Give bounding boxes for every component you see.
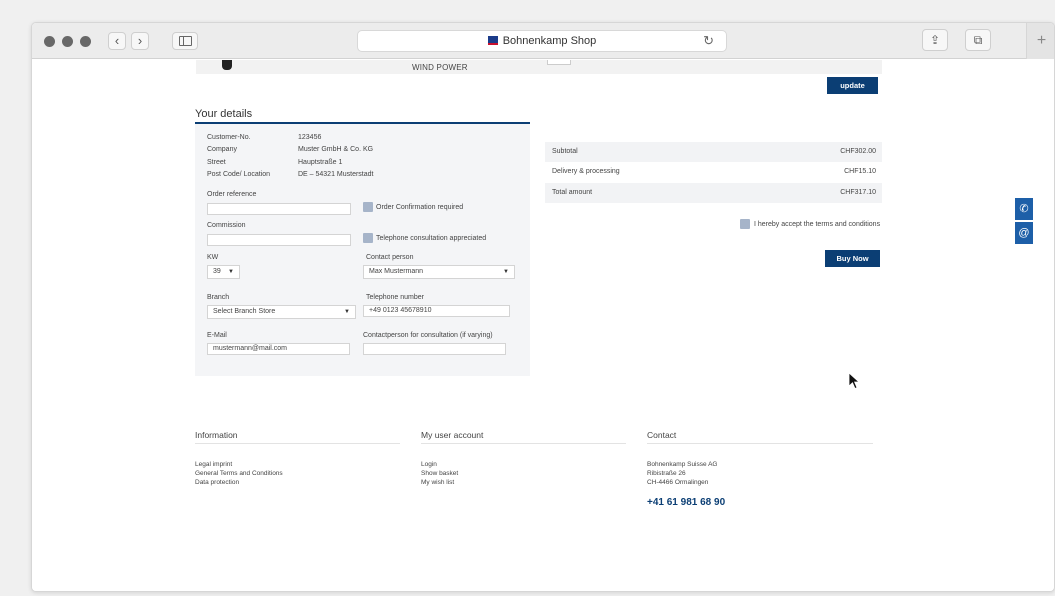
subtotal-row: Subtotal CHF302.00 (545, 142, 882, 162)
kw-label: KW (207, 254, 219, 261)
product-image (222, 60, 232, 70)
reload-icon[interactable]: ↻ (703, 31, 714, 51)
close-window-button[interactable] (44, 36, 55, 47)
cart-row (196, 60, 882, 74)
commission-input[interactable] (207, 234, 351, 246)
plus-icon: + (1036, 32, 1047, 49)
chevron-left-icon: ‹ (114, 33, 120, 48)
delivery-value: CHF15.10 (844, 168, 876, 175)
page-title: Bohnenkamp Shop (502, 35, 597, 47)
update-button[interactable]: update (827, 77, 878, 94)
street-label: Street (207, 159, 226, 166)
sidebar-toggle-button[interactable] (172, 32, 198, 50)
phone-icon: ✆ (1019, 203, 1029, 215)
order-reference-input[interactable] (207, 203, 351, 215)
back-button[interactable]: ‹ (108, 32, 126, 50)
customer-no-value: 123456 (298, 134, 322, 141)
company-value: Muster GmbH & Co. KG (298, 146, 374, 153)
footer-link-terms[interactable]: General Terms and Conditions (195, 469, 400, 478)
zoom-window-button[interactable] (80, 36, 91, 47)
total-label: Total amount (552, 189, 593, 196)
postcode-value: DE – 54321 Musterstadt (298, 171, 374, 178)
footer-link-show-basket[interactable]: Show basket (421, 469, 626, 478)
footer-contact: Contact Bohnenkamp Suisse AG Ribistraße … (647, 430, 873, 508)
customer-no-label: Customer-No. (207, 134, 251, 141)
chevron-down-icon: ▼ (344, 309, 350, 315)
footer-link-login[interactable]: Login (421, 460, 626, 469)
tabs-icon: ⧉ (973, 33, 983, 47)
details-heading: Your details (195, 108, 253, 120)
contact-street: Ribistraße 26 (647, 470, 686, 477)
contact-person-label: Contact person (366, 254, 414, 261)
details-panel: Customer-No. 123456 Company Muster GmbH … (195, 122, 530, 376)
company-label: Company (207, 146, 237, 153)
browser-window: ‹ › Bohnenkamp Shop ↻ ⇪ ⧉ + WIND POWER u… (31, 22, 1055, 592)
telephone-label: Telephone number (366, 294, 424, 301)
branch-value: Select Branch Store (213, 308, 276, 315)
address-bar[interactable]: Bohnenkamp Shop ↻ (357, 30, 727, 52)
postcode-label: Post Code/ Location (207, 171, 271, 178)
contact-company: Bohnenkamp Suisse AG (647, 461, 718, 468)
branch-label: Branch (207, 294, 230, 301)
forward-button[interactable]: › (131, 32, 149, 50)
contact-varying-label: Contactperson for consultation (if varyi… (363, 332, 493, 339)
page-content: WIND POWER update Your details Customer-… (32, 60, 1054, 591)
contact-phone[interactable]: +41 61 981 68 90 (647, 497, 873, 508)
buy-now-button[interactable]: Buy Now (825, 250, 880, 267)
footer-account: My user account Login Show basket My wis… (421, 430, 626, 487)
subtotal-label: Subtotal (552, 148, 578, 155)
terms-label: I hereby accept the terms and conditions (754, 221, 881, 228)
sidebar-icon (179, 36, 192, 46)
street-value: Hauptstraße 1 (298, 159, 343, 166)
footer-account-title: My user account (421, 430, 626, 444)
contact-city: CH-4466 Ormalingen (647, 479, 709, 486)
terms-checkbox[interactable] (740, 219, 750, 229)
email-input[interactable]: mustermann@mail.com (207, 343, 350, 355)
new-tab-button[interactable]: + (1026, 23, 1054, 59)
kw-value: 39 (213, 268, 221, 275)
contact-person-value: Max Mustermann (369, 268, 424, 275)
show-tabs-button[interactable]: ⧉ (965, 29, 991, 51)
order-confirmation-checkbox[interactable] (363, 202, 373, 212)
share-button[interactable]: ⇪ (922, 29, 948, 51)
total-value: CHF317.10 (840, 189, 876, 196)
footer-information: Information Legal imprint General Terms … (195, 430, 400, 487)
footer-link-wish-list[interactable]: My wish list (421, 478, 626, 487)
telephone-consultation-label: Telephone consultation appreciated (376, 235, 487, 242)
site-favicon-icon (487, 36, 498, 45)
footer-information-title: Information (195, 430, 400, 444)
chevron-down-icon: ▼ (228, 269, 234, 275)
chevron-right-icon: › (137, 33, 143, 48)
telephone-consultation-checkbox[interactable] (363, 233, 373, 243)
share-icon: ⇪ (929, 33, 941, 47)
contact-varying-input[interactable] (363, 343, 506, 355)
side-mail-button[interactable]: @ (1015, 222, 1033, 244)
email-label: E-Mail (207, 332, 227, 339)
product-name: WIND POWER (412, 63, 468, 72)
telephone-input[interactable]: +49 0123 45678910 (363, 305, 510, 317)
chevron-down-icon: ▼ (503, 269, 509, 275)
quantity-input[interactable] (547, 60, 571, 65)
order-confirmation-label: Order Confirmation required (376, 204, 464, 211)
order-reference-label: Order reference (207, 191, 257, 198)
side-phone-button[interactable]: ✆ (1015, 198, 1033, 220)
browser-toolbar: ‹ › Bohnenkamp Shop ↻ ⇪ ⧉ + (32, 23, 1054, 59)
footer-link-legal-imprint[interactable]: Legal imprint (195, 460, 400, 469)
footer-contact-title: Contact (647, 430, 873, 444)
delivery-row: Delivery & processing CHF15.10 (545, 162, 882, 182)
footer-link-data-protection[interactable]: Data protection (195, 478, 400, 487)
contact-person-select[interactable]: Max Mustermann ▼ (363, 265, 515, 279)
delivery-label: Delivery & processing (552, 168, 620, 175)
total-row: Total amount CHF317.10 (545, 183, 882, 203)
mouse-cursor-icon (848, 372, 860, 390)
kw-select[interactable]: 39 ▼ (207, 265, 240, 279)
minimize-window-button[interactable] (62, 36, 73, 47)
mail-icon: @ (1018, 227, 1030, 239)
branch-select[interactable]: Select Branch Store ▼ (207, 305, 356, 319)
commission-label: Commission (207, 222, 246, 229)
subtotal-value: CHF302.00 (840, 148, 876, 155)
